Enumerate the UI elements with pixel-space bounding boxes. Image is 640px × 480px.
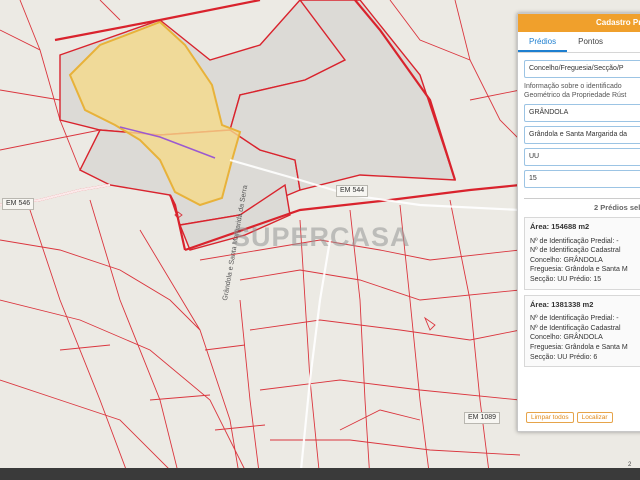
freguesia-field[interactable]: Grândola e Santa Margarida da — [524, 126, 640, 144]
parcel-line: Nº de Identificação Cadastral — [530, 247, 621, 255]
panel-divider — [524, 192, 640, 199]
parcel-line: Freguesia: Grândola e Santa M — [530, 266, 628, 274]
parcel-line: Freguesia: Grândola e Santa M — [530, 343, 628, 351]
clear-all-button[interactable]: Limpar todos — [526, 412, 574, 423]
panel-buttons: Limpar todos Localizar — [526, 412, 613, 423]
cadastro-panel: Cadastro Pre Prédios Pontos Concelho/Fre… — [517, 13, 640, 432]
parcel-area: Área: 154688 m2 — [530, 222, 590, 231]
parcel-card[interactable]: Área: 154688 m2 Nº de Identificação Pred… — [524, 217, 640, 290]
parcel-line: Concelho: GRÂNDOLA — [530, 256, 603, 264]
parcel-card[interactable]: Área: 1381338 m2 Nº de Identificação Pre… — [524, 294, 640, 368]
bottom-bar — [0, 468, 640, 480]
selected-count: 2 Prédios sele — [594, 203, 640, 212]
panel-tabs: Prédios Pontos — [518, 32, 640, 53]
info-text: Informação sobre o identificado Geométri… — [524, 83, 627, 99]
locate-button[interactable]: Localizar — [576, 412, 613, 423]
road-label-em544: EM 544 — [336, 185, 369, 197]
panel-title: Cadastro Pre — [518, 14, 640, 32]
watermark: SUPERCASA — [232, 222, 411, 252]
parcel-line: Concelho: GRÂNDOLA — [530, 334, 603, 342]
tab-predios[interactable]: Prédios — [518, 32, 568, 52]
search-type-select[interactable]: Concelho/Freguesia/Secção/P — [524, 60, 640, 78]
road-label-em546: EM 546 — [2, 198, 35, 210]
road-label-em1089: EM 1089 — [464, 412, 501, 424]
parcel-line: Secção: UU Prédio: 6 — [530, 353, 598, 361]
parcel-line: Secção: UU Prédio: 15 — [530, 275, 602, 283]
parcel-line: Nº de Identificação Cadastral — [530, 324, 621, 332]
concelho-field[interactable]: GRÂNDOLA — [524, 104, 640, 122]
parcel-line: Nº de Identificação Predial: - — [530, 237, 619, 245]
tab-pontos[interactable]: Pontos — [567, 32, 614, 52]
scale-fragment: 2 — [628, 462, 632, 468]
parcel-line: Nº de Identificação Predial: - — [530, 315, 619, 323]
seccao-field[interactable]: UU — [524, 148, 640, 166]
predio-field[interactable]: 15 — [524, 170, 640, 188]
parcel-area: Área: 1381338 m2 — [530, 299, 594, 309]
